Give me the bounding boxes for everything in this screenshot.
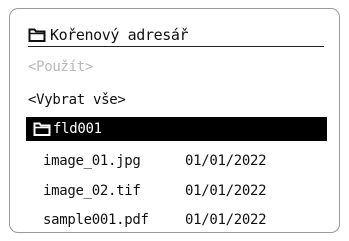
file-name: sample001.pdf [43, 211, 149, 228]
use-button-label: <Použít> [28, 58, 94, 75]
select-all-label: <Vybrat vše> [28, 91, 126, 108]
file-browser-panel: Kořenový adresář <Použít> <Vybrat vše> f… [9, 8, 340, 233]
file-item[interactable]: image_02.tif 01/01/2022 [43, 180, 267, 201]
directory-header: Kořenový adresář [28, 23, 324, 47]
folder-icon [33, 121, 51, 137]
file-name: image_01.jpg [43, 152, 141, 169]
file-item[interactable]: sample001.pdf 01/01/2022 [43, 209, 267, 230]
folder-item-fld001[interactable]: fld001 [26, 117, 327, 141]
folder-name: fld001 [53, 121, 102, 137]
folder-icon [28, 27, 46, 43]
file-name: image_02.tif [43, 182, 141, 199]
select-all-button[interactable]: <Vybrat vše> [28, 89, 126, 110]
file-date: 01/01/2022 [185, 211, 267, 228]
file-date: 01/01/2022 [185, 182, 267, 199]
use-button[interactable]: <Použít> [28, 56, 93, 77]
directory-title: Kořenový adresář [50, 25, 189, 44]
file-date: 01/01/2022 [185, 152, 267, 169]
file-item[interactable]: image_01.jpg 01/01/2022 [43, 150, 267, 171]
